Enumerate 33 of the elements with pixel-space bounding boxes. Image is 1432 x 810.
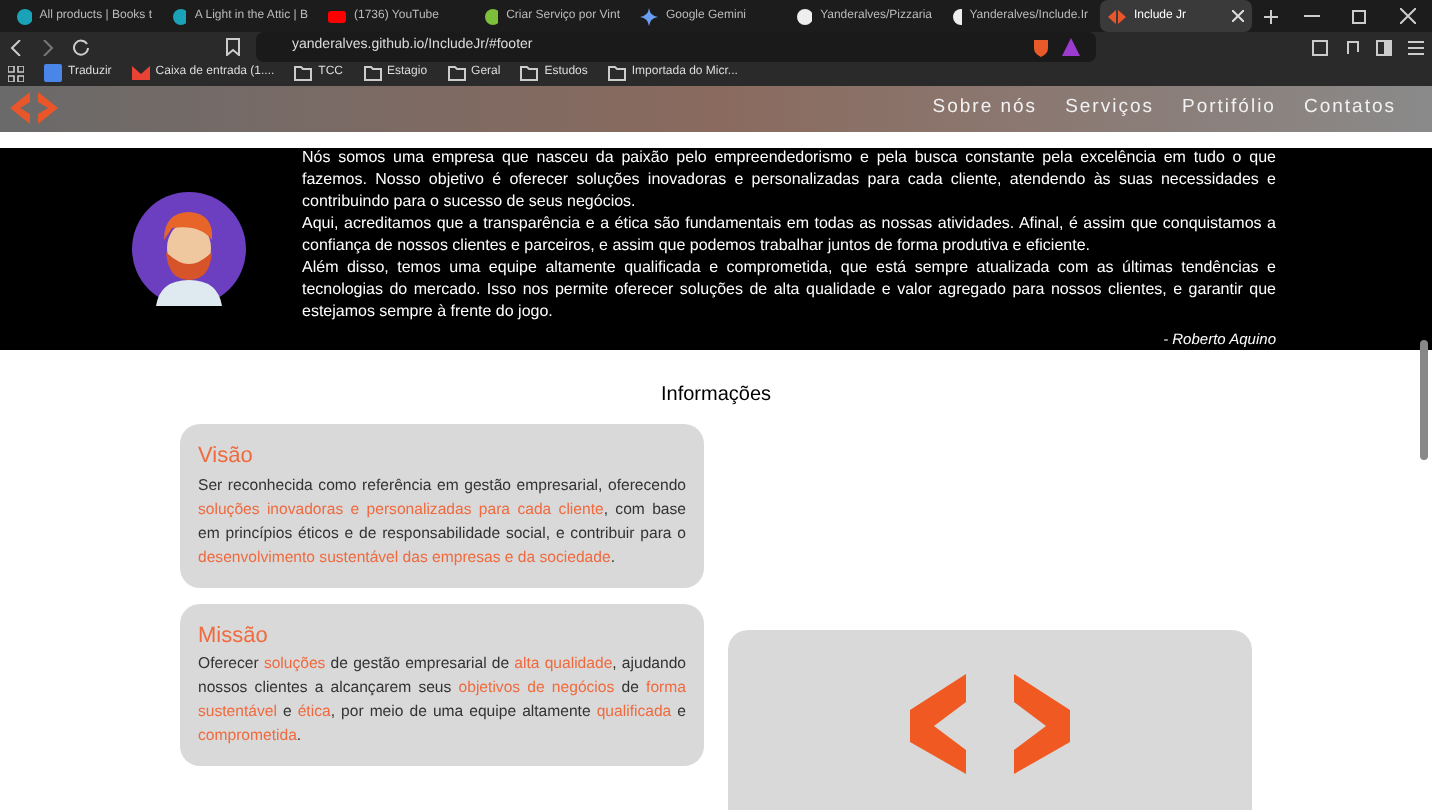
card-title: Missão: [198, 621, 270, 651]
logo-icon: [910, 674, 1070, 774]
folder-icon[interactable]: [520, 64, 539, 83]
folder-icon[interactable]: [607, 64, 626, 83]
back-icon[interactable]: [8, 39, 24, 55]
nav-link[interactable]: Serviços: [1065, 94, 1154, 124]
sidebar-icon[interactable]: [1376, 39, 1392, 55]
translate-icon[interactable]: [44, 64, 62, 83]
close-icon[interactable]: [1400, 8, 1416, 24]
menu-icon[interactable]: [1408, 39, 1424, 55]
close-icon[interactable]: [1232, 10, 1244, 22]
bookmark-icon[interactable]: [226, 38, 240, 56]
nav-link[interactable]: Sobre nós: [932, 94, 1038, 124]
card-title: Visão: [198, 442, 255, 472]
restore-icon[interactable]: [1352, 8, 1368, 24]
apps-grid-icon[interactable]: [8, 65, 24, 82]
about-paragraph: Além disso, temos uma equipe altamente qualificada e comprometida, que está sempre atualizada com as últimas tendências e tecnologias do mercado. Isso nos permite oferecer soluções de alta qualidade e valor agregado para nossos clientes, e garantir que estejamos sempre à frente do jogo.: [302, 256, 1276, 323]
about-paragraph: Nós somos uma empresa que nasceu da paixão pelo empreendedorismo e pela busca constante pela excelência em tudo o que fazemos. Nosso objetivo é oferecer soluções inovadoras e personalizadas para cada cliente, atendendo às suas necessidades e contribuindo para o sucesso de seus negócios.: [302, 146, 1276, 213]
triangle-icon[interactable]: [1062, 38, 1080, 56]
play-icon: [328, 7, 346, 25]
folder-icon[interactable]: [447, 64, 466, 83]
plus-icon[interactable]: [1264, 9, 1278, 23]
reload-icon[interactable]: [72, 38, 90, 56]
section-heading: Informações: [660, 382, 772, 410]
folder-icon[interactable]: [363, 64, 382, 83]
forward-icon[interactable]: [40, 39, 56, 55]
shield-icon[interactable]: [1032, 37, 1050, 57]
avatar-drawing: [132, 192, 246, 306]
logo-icon: [1108, 7, 1126, 25]
folder-icon[interactable]: [294, 64, 313, 83]
sparkle-icon: [640, 7, 658, 25]
about-paragraph: Aqui, acreditamos que a transparência e a ética são fundamentais em todas as nossas atividades. Afinal, é assim que conquistamos a confiança de nossos clientes e parceiros, e assim que podemos trabalhar juntos de forma produtiva e eficiente.: [302, 212, 1276, 257]
scrollbar[interactable]: [1420, 340, 1428, 460]
